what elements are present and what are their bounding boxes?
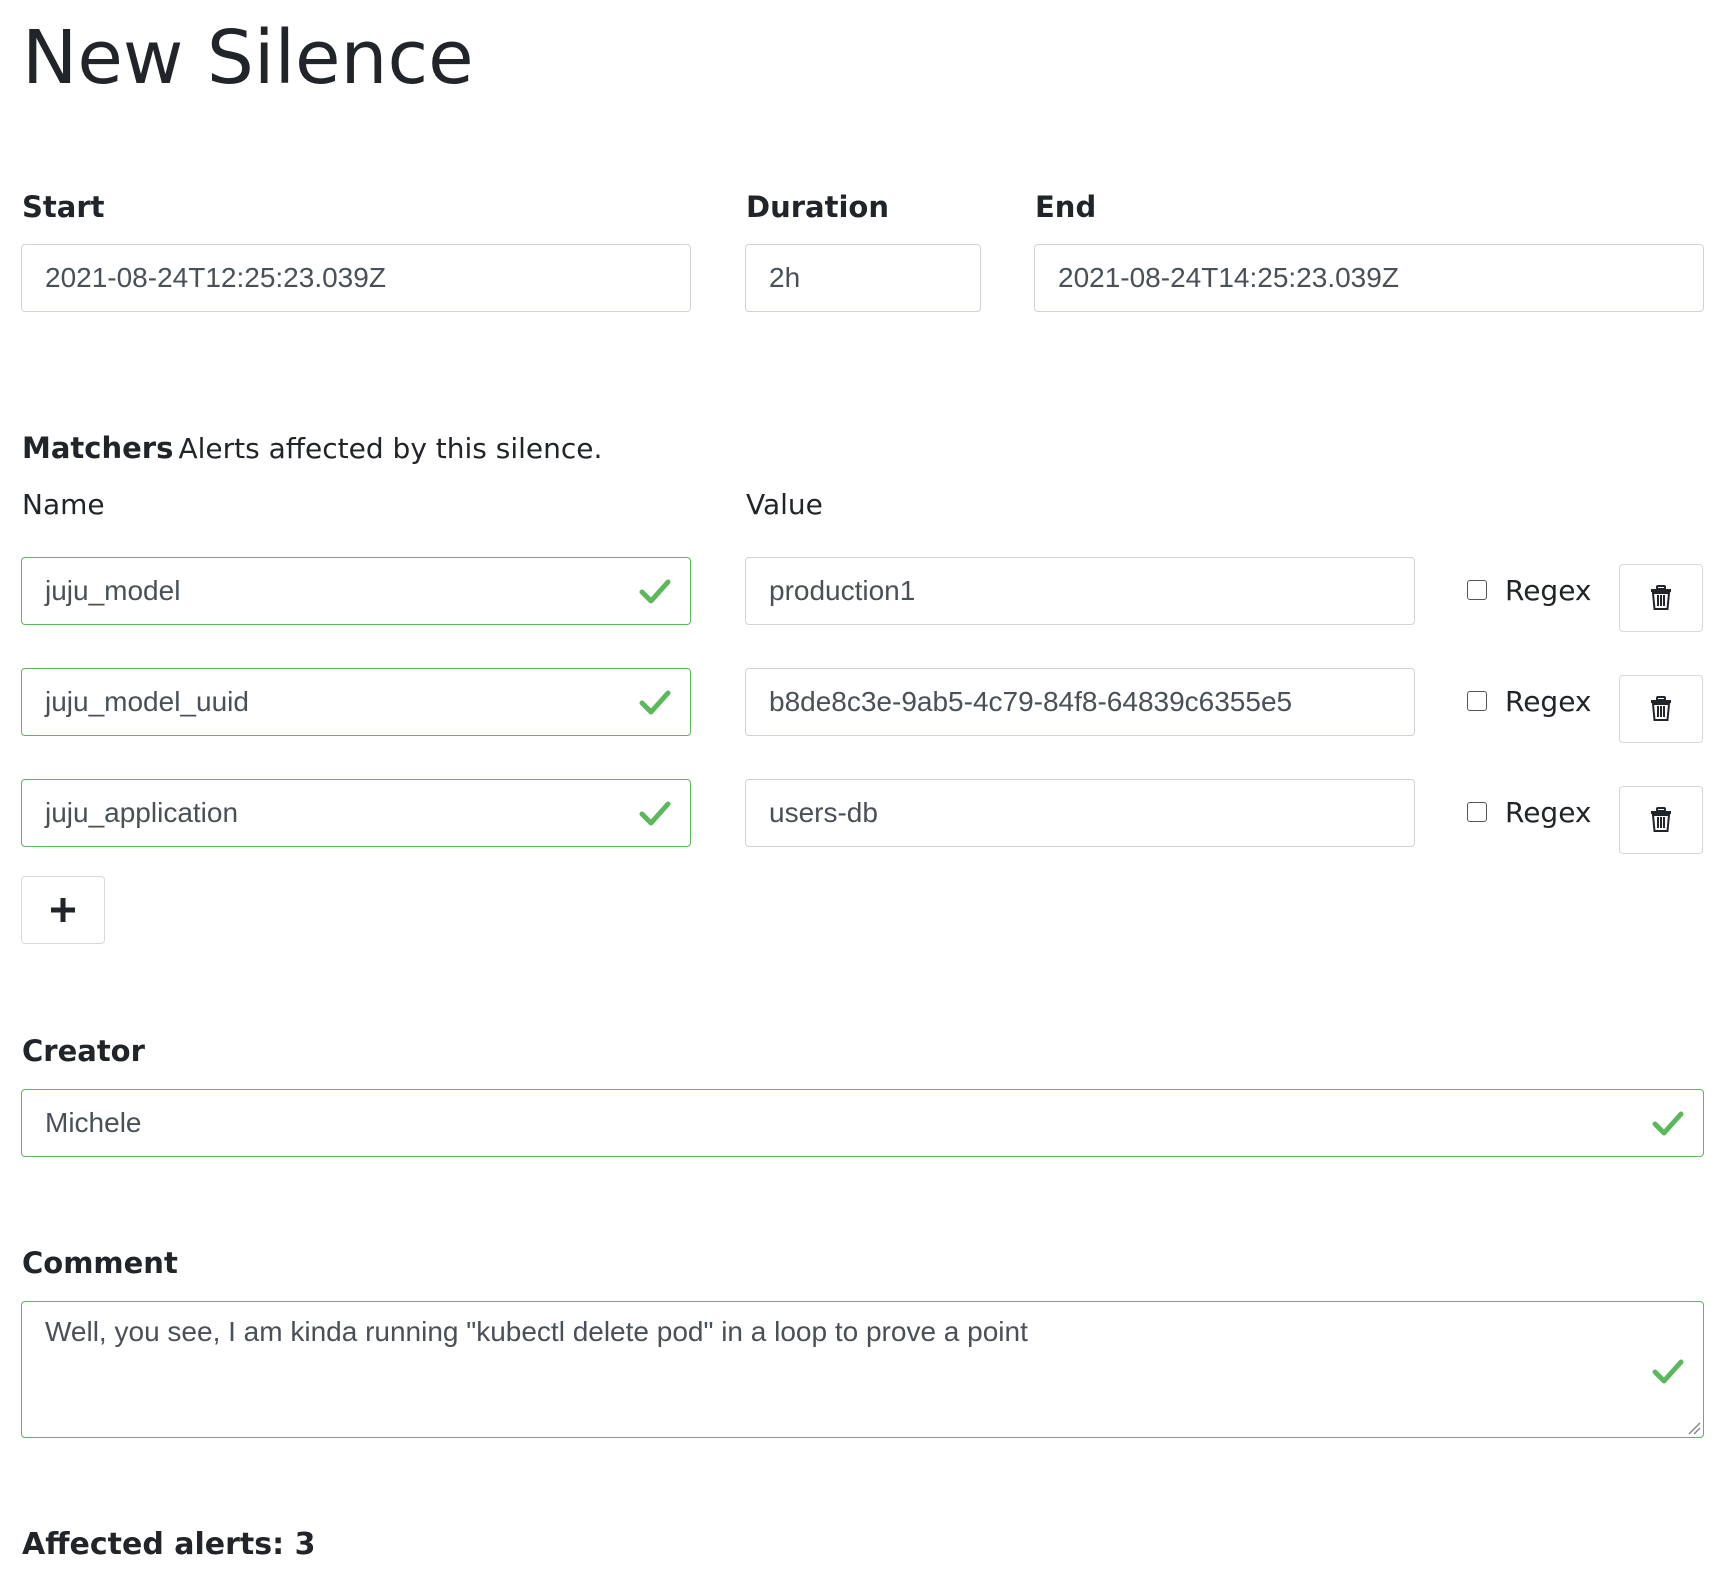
checkbox-box[interactable] xyxy=(1467,580,1487,600)
matcher-name-input[interactable]: juju_application xyxy=(21,779,691,847)
duration-input[interactable]: 2h xyxy=(745,244,981,312)
checkbox-box[interactable] xyxy=(1467,802,1487,822)
delete-matcher-button[interactable] xyxy=(1619,675,1703,743)
matcher-name-value: juju_model xyxy=(45,575,181,606)
creator-label: Creator xyxy=(22,1034,145,1068)
matcher-name-header: Name xyxy=(22,488,105,521)
trash-icon xyxy=(1651,696,1671,721)
affected-alerts-count: Affected alerts: 3 xyxy=(22,1527,316,1562)
start-label: Start xyxy=(22,190,105,224)
end-input-value: 2021-08-24T14:25:23.039Z xyxy=(1058,262,1399,293)
duration-label: Duration xyxy=(746,190,889,224)
matcher-value-text: b8de8c3e-9ab5-4c79-84f8-64839c6355e5 xyxy=(769,686,1293,717)
end-input[interactable]: 2021-08-24T14:25:23.039Z xyxy=(1034,244,1704,312)
regex-label: Regex xyxy=(1505,795,1592,829)
matcher-name-input[interactable]: juju_model_uuid xyxy=(21,668,691,736)
creator-value: Michele xyxy=(45,1107,142,1138)
delete-matcher-button[interactable] xyxy=(1619,786,1703,854)
check-icon xyxy=(1652,1359,1684,1384)
regex-checkbox[interactable]: Regex xyxy=(1467,681,1592,721)
comment-textarea[interactable]: Well, you see, I am kinda running "kubec… xyxy=(21,1301,1704,1438)
delete-matcher-button[interactable] xyxy=(1619,564,1703,632)
start-input-value: 2021-08-24T12:25:23.039Z xyxy=(45,262,386,293)
check-icon xyxy=(639,690,671,715)
matcher-value-input[interactable]: b8de8c3e-9ab5-4c79-84f8-64839c6355e5 xyxy=(745,668,1415,736)
check-icon xyxy=(639,801,671,826)
plus-icon xyxy=(51,898,75,922)
end-label: End xyxy=(1035,190,1097,224)
matchers-title: Matchers xyxy=(22,431,174,465)
matcher-name-value: juju_application xyxy=(45,797,239,828)
matcher-value-header: Value xyxy=(746,488,823,521)
comment-label: Comment xyxy=(22,1246,178,1280)
regex-checkbox[interactable]: Regex xyxy=(1467,570,1592,610)
matchers-heading: Matchers Alerts affected by this silence… xyxy=(22,428,602,469)
matcher-value-text: users-db xyxy=(769,797,878,828)
matcher-name-input[interactable]: juju_model xyxy=(21,557,691,625)
comment-value: Well, you see, I am kinda running "kubec… xyxy=(45,1316,1028,1347)
add-matcher-button[interactable] xyxy=(21,876,105,944)
resize-handle-icon[interactable] xyxy=(1685,1419,1701,1435)
matcher-value-input[interactable]: production1 xyxy=(745,557,1415,625)
check-icon xyxy=(639,579,671,604)
regex-label: Regex xyxy=(1505,684,1592,718)
duration-input-value: 2h xyxy=(769,262,801,293)
matcher-value-text: production1 xyxy=(769,575,916,606)
matchers-description: Alerts affected by this silence. xyxy=(178,432,603,465)
check-icon xyxy=(1652,1111,1684,1136)
start-input[interactable]: 2021-08-24T12:25:23.039Z xyxy=(21,244,691,312)
trash-icon xyxy=(1651,585,1671,610)
trash-icon xyxy=(1651,807,1671,832)
regex-checkbox[interactable]: Regex xyxy=(1467,792,1592,832)
creator-input[interactable]: Michele xyxy=(21,1089,1704,1157)
matcher-name-value: juju_model_uuid xyxy=(45,686,249,717)
checkbox-box[interactable] xyxy=(1467,691,1487,711)
matcher-value-input[interactable]: users-db xyxy=(745,779,1415,847)
page-title: New Silence xyxy=(22,15,474,101)
regex-label: Regex xyxy=(1505,573,1592,607)
